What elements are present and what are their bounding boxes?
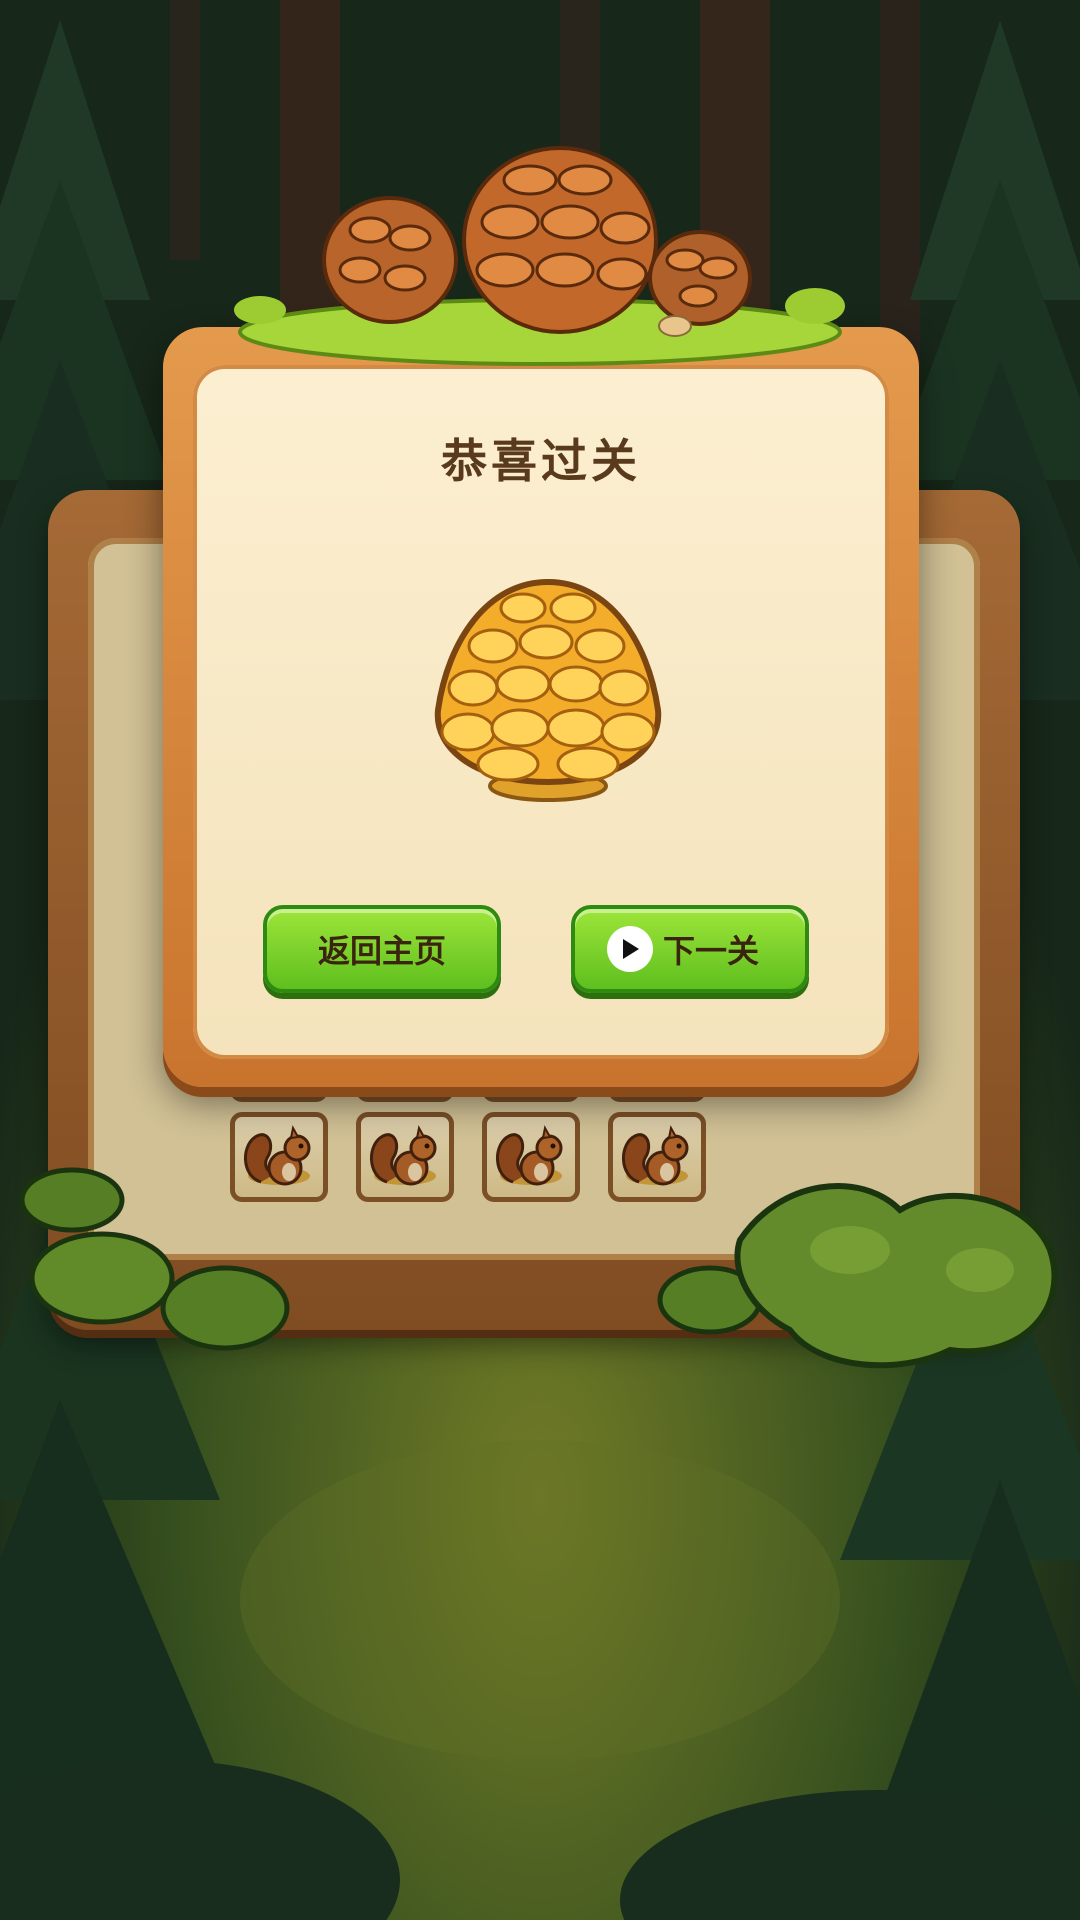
play-icon (606, 926, 653, 972)
next-level-label: 下一关 (662, 932, 759, 970)
dialog-panel: 恭喜过关 返回主页 下一关 (193, 365, 889, 1059)
golden-pinecone-icon (434, 578, 662, 802)
level-complete-dialog: 恭喜过关 返回主页 下一关 (163, 327, 919, 1087)
next-level-button[interactable]: 下一关 (571, 905, 809, 993)
home-button[interactable]: 返回主页 (263, 905, 501, 993)
home-button-label: 返回主页 (317, 932, 446, 970)
pinecone-moss-decoration (234, 146, 845, 366)
dialog-title: 恭喜过关 (441, 434, 641, 488)
